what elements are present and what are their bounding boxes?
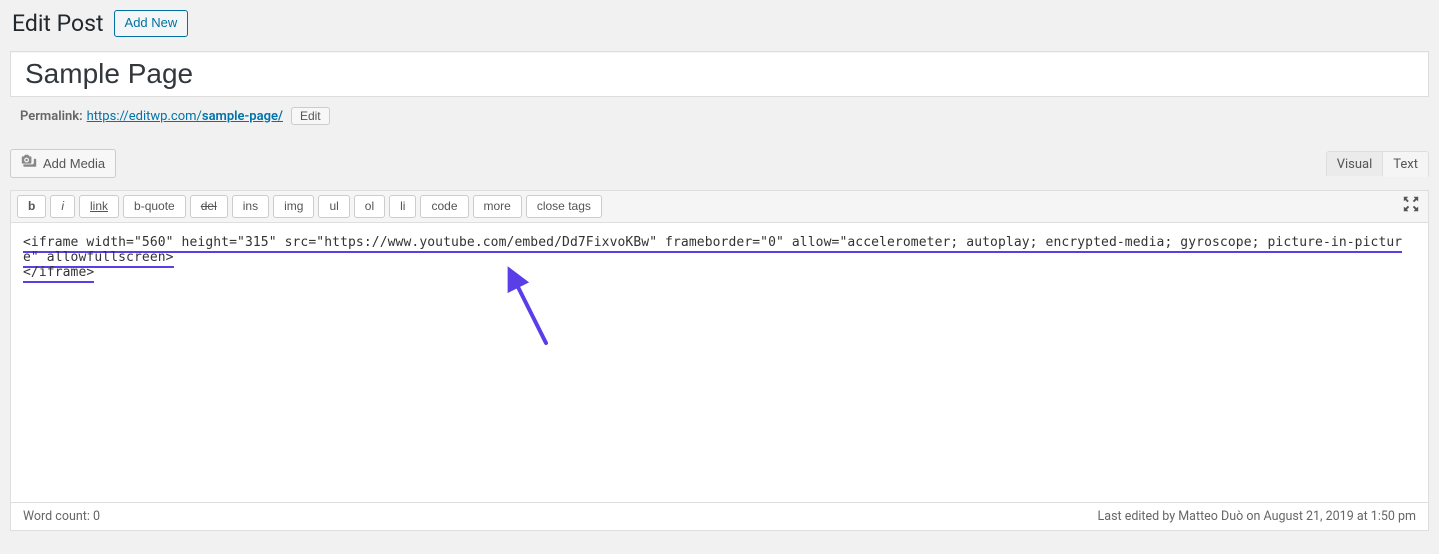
editor-content-line1: <iframe width="560" height="315" src="ht… <box>23 235 1402 268</box>
qt-ins-button[interactable]: ins <box>232 195 269 218</box>
permalink-slug: sample-page/ <box>202 109 283 124</box>
media-tabs-row: Add Media Visual Text <box>10 149 1429 178</box>
annotation-arrow-icon <box>501 265 561 355</box>
word-count-label: Word count: <box>23 509 90 524</box>
qt-ol-button[interactable]: ol <box>354 195 385 218</box>
header-row: Edit Post Add New <box>10 10 1429 37</box>
add-new-button[interactable]: Add New <box>114 10 189 37</box>
qt-bold-button[interactable]: b <box>17 195 46 218</box>
qt-del-button[interactable]: del <box>190 195 228 218</box>
permalink-link[interactable]: https://editwp.com/sample-page/ <box>87 109 283 124</box>
permalink-base: https://editwp.com/ <box>87 109 202 124</box>
qt-more-button[interactable]: more <box>473 195 522 218</box>
status-bar: Word count: 0 Last edited by Matteo Duò … <box>10 503 1429 531</box>
qt-ul-button[interactable]: ul <box>318 195 349 218</box>
post-title-input[interactable] <box>10 51 1429 97</box>
qt-link-button[interactable]: link <box>79 195 119 218</box>
edit-permalink-button[interactable]: Edit <box>291 107 330 125</box>
add-media-label: Add Media <box>43 156 105 171</box>
qt-code-button[interactable]: code <box>420 195 468 218</box>
qt-closetags-button[interactable]: close tags <box>526 195 602 218</box>
qt-bquote-button[interactable]: b-quote <box>123 195 186 218</box>
qt-li-button[interactable]: li <box>389 195 416 218</box>
word-count-value: 0 <box>93 509 100 524</box>
editor-content-line2: </iframe> <box>23 265 94 283</box>
expand-icon[interactable] <box>1402 195 1420 217</box>
qt-italic-button[interactable]: i <box>50 195 75 218</box>
last-edited: Last edited by Matteo Duò on August 21, … <box>1098 509 1416 524</box>
editor-tabs: Visual Text <box>1326 151 1429 176</box>
tab-text[interactable]: Text <box>1382 151 1429 177</box>
word-count: Word count: 0 <box>23 509 100 524</box>
add-media-button[interactable]: Add Media <box>10 149 116 178</box>
editor-textarea[interactable]: <iframe width="560" height="315" src="ht… <box>10 223 1429 503</box>
permalink-label: Permalink: <box>20 109 83 124</box>
qt-img-button[interactable]: img <box>273 195 314 218</box>
tab-visual[interactable]: Visual <box>1326 151 1383 176</box>
permalink-row: Permalink: https://editwp.com/sample-pag… <box>10 107 1429 125</box>
page-title: Edit Post <box>12 10 104 37</box>
media-icon <box>21 154 37 173</box>
quicktags-toolbar: b i link b-quote del ins img ul ol li co… <box>10 190 1429 223</box>
